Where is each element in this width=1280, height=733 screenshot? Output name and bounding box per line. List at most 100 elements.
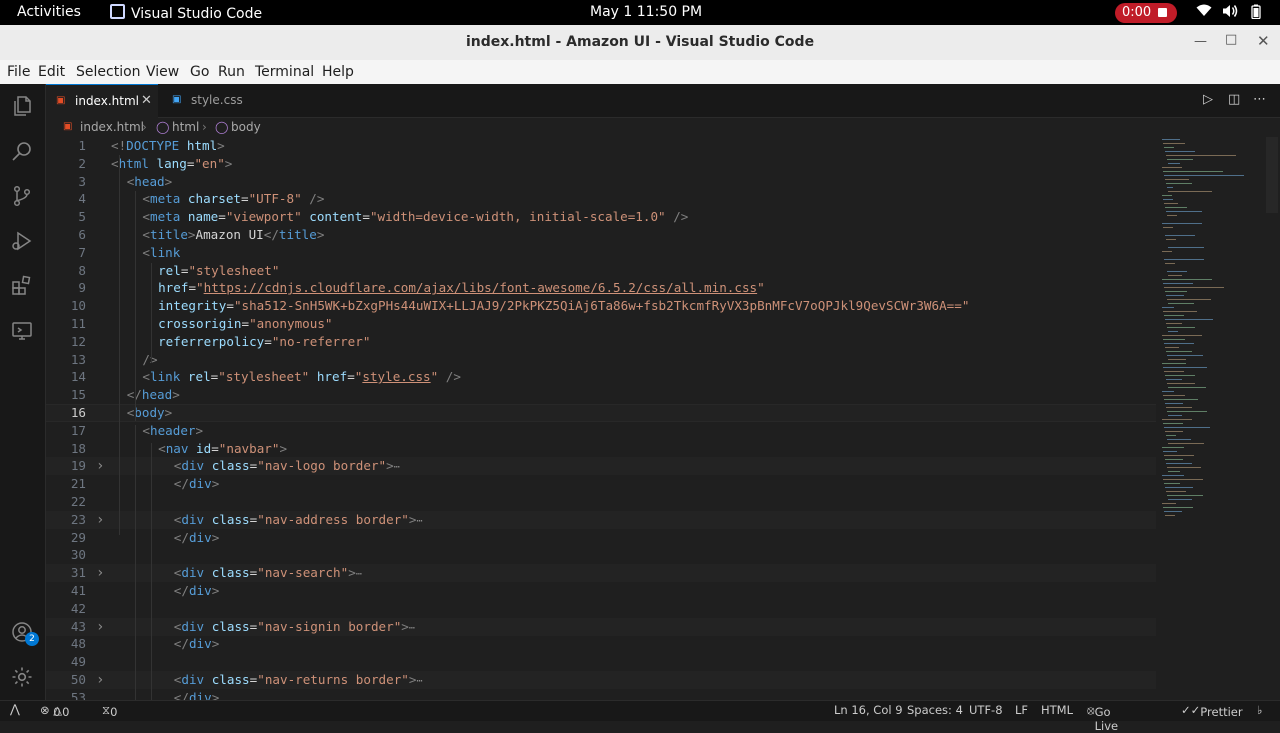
code-editor[interactable]: 1 <!DOCTYPE html> 2 <html lang="en"> 3 <head>…	[46, 137, 1156, 700]
code-line[interactable]: 11 crossorigin="anonymous"	[46, 315, 1156, 333]
run-icon[interactable]: ▷	[1203, 92, 1213, 107]
code-line[interactable]: 5 <meta name="viewport" content="width=de…	[46, 208, 1156, 226]
recording-indicator[interactable]: 0:00	[1115, 3, 1177, 23]
menu-terminal[interactable]: Terminal	[255, 64, 314, 80]
explorer-icon[interactable]	[10, 94, 34, 118]
code-line[interactable]: 3 <head>	[46, 173, 1156, 191]
editor-scrollbar[interactable]	[1266, 137, 1278, 213]
code-line[interactable]: 15</head>	[46, 386, 1156, 404]
code-line[interactable]: 22	[46, 493, 1156, 511]
notifications-icon[interactable]: ♭	[1257, 703, 1262, 717]
code-token: >	[348, 565, 356, 581]
code-line[interactable]: 30	[46, 546, 1156, 564]
code-line[interactable]: 29 </div>	[46, 529, 1156, 547]
code-line[interactable]: 17 <header>	[46, 422, 1156, 440]
tab-index-html[interactable]: ▣ index.html ✕	[46, 84, 158, 118]
menu-selection[interactable]: Selection	[76, 64, 141, 80]
tab-style-css[interactable]: ▣ style.css	[159, 84, 269, 117]
breadcrumb-html[interactable]: html	[172, 120, 199, 134]
minimize-icon[interactable]: —	[1194, 34, 1207, 49]
code-line[interactable]: 16 <body>	[46, 404, 1156, 422]
code-line[interactable]: 19 › <div class="nav-logo border">⋯	[46, 457, 1156, 476]
menu-go[interactable]: Go	[190, 64, 209, 80]
code-line[interactable]: 10 integrity="sha512-SnH5WK+bZxgPHs44uWIX…	[46, 297, 1156, 315]
split-editor-icon[interactable]: ◫	[1228, 92, 1240, 107]
code-line[interactable]: 41 </div>	[46, 582, 1156, 600]
source-control-icon[interactable]	[10, 184, 34, 208]
menu-file[interactable]: File	[7, 64, 30, 80]
code-token: rel	[158, 262, 181, 278]
minimap-line	[1165, 207, 1187, 208]
fold-chevron-icon[interactable]: ›	[96, 457, 104, 475]
element-icon: ◯	[156, 120, 170, 134]
code-line[interactable]: 4 <meta charset="UTF-8" />	[46, 190, 1156, 208]
line-number: 13	[70, 351, 86, 367]
cursor-position[interactable]: Ln 16, Col 9	[834, 703, 903, 717]
code-line[interactable]: 7 <link	[46, 244, 1156, 262]
code-line[interactable]: 13 />	[46, 351, 1156, 369]
menu-help[interactable]: Help	[322, 64, 354, 80]
indentation[interactable]: Spaces: 4	[907, 703, 963, 717]
code-line[interactable]: 31 › <div class="nav-search">⋯	[46, 564, 1156, 583]
code-text: <link	[142, 244, 180, 262]
remote-explorer-icon[interactable]	[10, 319, 34, 343]
more-actions-icon[interactable]: ⋯	[1253, 92, 1266, 107]
close-tab-icon[interactable]: ✕	[141, 93, 152, 108]
fold-chevron-icon[interactable]: ›	[96, 618, 104, 636]
code-line[interactable]: 6 <title>Amazon UI</title>	[46, 226, 1156, 244]
encoding[interactable]: UTF-8	[969, 703, 1003, 717]
volume-icon[interactable]	[1222, 4, 1238, 22]
code-token: =	[241, 191, 249, 207]
css-file-icon: ▣	[172, 94, 182, 105]
minimap-line	[1164, 427, 1210, 428]
breadcrumb-file[interactable]: index.html	[80, 120, 144, 134]
code-line[interactable]: 12 referrerpolicy="no-referrer"	[46, 333, 1156, 351]
code-line[interactable]: 53 </div>	[46, 689, 1156, 700]
menu-view[interactable]: View	[146, 64, 179, 80]
clock[interactable]: May 1 11:50 PM	[590, 4, 702, 20]
code-line[interactable]: 21 </div>	[46, 475, 1156, 493]
code-token: content	[301, 209, 363, 225]
code-token: <	[142, 422, 150, 438]
extensions-icon[interactable]	[10, 274, 34, 298]
battery-icon[interactable]	[1251, 4, 1261, 23]
code-line[interactable]: 14 <link rel="stylesheet" href="style.css…	[46, 368, 1156, 386]
activities-button[interactable]: Activities	[17, 4, 81, 20]
language-mode[interactable]: HTML	[1041, 703, 1073, 717]
close-window-icon[interactable]: ✕	[1257, 32, 1270, 50]
code-line[interactable]: 49	[46, 653, 1156, 671]
code-line[interactable]: 43 › <div class="nav-signin border">⋯	[46, 617, 1156, 636]
code-line[interactable]: 50 › <div class="nav-returns border">⋯	[46, 671, 1156, 689]
code-token: html	[179, 138, 218, 153]
line-number: 22	[70, 494, 86, 509]
system-top-bar: Activities Visual Studio Code May 1 11:5…	[0, 0, 1280, 25]
breadcrumb-body[interactable]: body	[231, 120, 261, 134]
fold-chevron-icon[interactable]: ›	[96, 564, 104, 582]
code-token: >	[217, 138, 225, 153]
run-debug-icon[interactable]	[10, 229, 34, 253]
app-menu[interactable]: Visual Studio Code	[110, 4, 262, 22]
remote-icon[interactable]: ⋀	[10, 702, 20, 716]
code-line[interactable]: 1 <!DOCTYPE html>	[46, 137, 1156, 155]
code-line[interactable]: 2 <html lang="en">	[46, 155, 1156, 173]
go-live-button[interactable]: ⦻ Go Live	[1087, 703, 1118, 733]
prettier-button[interactable]: ✓✓ Prettier	[1181, 703, 1243, 719]
problems-indicator[interactable]: ⊗ 0 △ 0	[40, 703, 69, 719]
code-line[interactable]: 18 <nav id="navbar">	[46, 440, 1156, 458]
menu-run[interactable]: Run	[218, 64, 245, 80]
menu-edit[interactable]: Edit	[38, 64, 65, 80]
fold-chevron-icon[interactable]: ›	[96, 511, 104, 529]
line-ending[interactable]: LF	[1015, 703, 1028, 717]
code-line[interactable]: 8 rel="stylesheet"	[46, 262, 1156, 280]
search-icon[interactable]	[10, 139, 34, 163]
code-line[interactable]: 9 href="https://cdnjs.cloudflare.com/ajax…	[46, 279, 1156, 297]
code-line[interactable]: 48 </div>	[46, 635, 1156, 653]
fold-chevron-icon[interactable]: ›	[96, 671, 104, 689]
minimap[interactable]	[1156, 137, 1280, 700]
wifi-icon[interactable]	[1196, 4, 1212, 21]
maximize-icon[interactable]: □	[1225, 32, 1237, 47]
ports-indicator[interactable]: ⧖ 0	[102, 703, 117, 719]
code-line[interactable]: 42	[46, 600, 1156, 618]
code-line[interactable]: 23 › <div class="nav-address border">⋯	[46, 510, 1156, 529]
gear-icon[interactable]	[10, 665, 34, 689]
